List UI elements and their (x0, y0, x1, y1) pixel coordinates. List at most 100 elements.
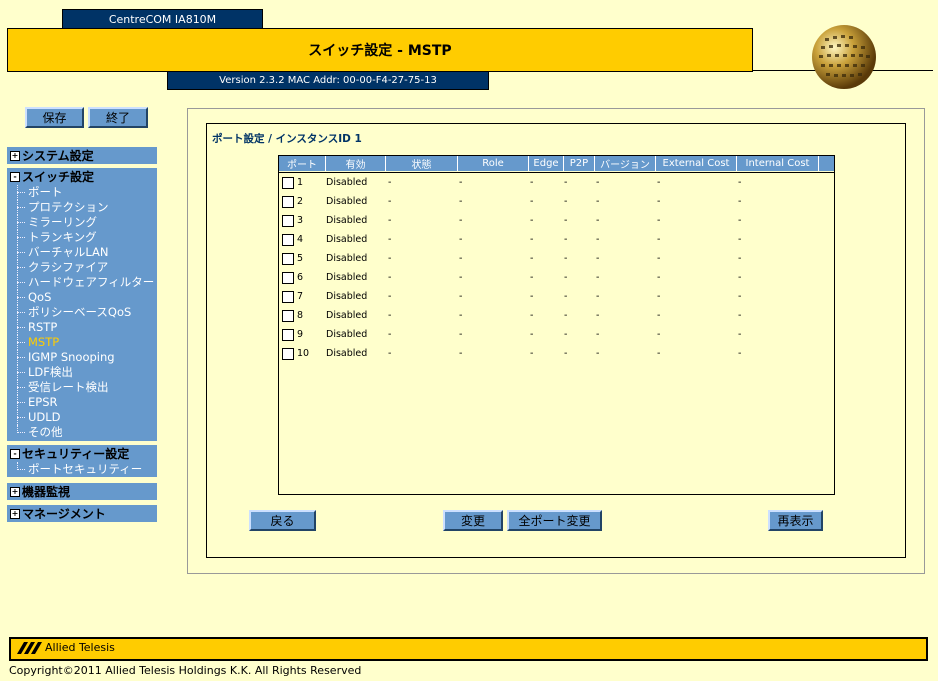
change-all-ports-button[interactable]: 全ポート変更 (507, 510, 602, 531)
refresh-button[interactable]: 再表示 (768, 510, 823, 531)
port-checkbox[interactable] (282, 272, 294, 284)
sidebar-item[interactable]: その他 (7, 425, 157, 440)
port-checkbox[interactable] (282, 348, 294, 360)
sidebar-item[interactable]: UDLD (7, 410, 157, 425)
cell-version: - (596, 329, 600, 340)
cell-p2p: - (564, 310, 568, 321)
column-header: 有効 (326, 156, 386, 171)
cell-state: - (388, 215, 392, 226)
sidebar-item[interactable]: IGMP Snooping (7, 350, 157, 365)
column-header: Role (458, 156, 529, 171)
port-checkbox[interactable] (282, 310, 294, 322)
port-number: 8 (297, 310, 304, 321)
cell-ext: - (657, 310, 661, 321)
cell-ext: - (657, 291, 661, 302)
cell-version: - (596, 234, 600, 245)
save-button[interactable]: 保存 (25, 107, 84, 128)
cell-enabled: Disabled (326, 253, 368, 264)
sidebar-item[interactable]: クラシファイア (7, 260, 157, 275)
sidebar-item[interactable]: ミラーリング (7, 215, 157, 230)
device-name-tab: CentreCOM IA810M (62, 9, 263, 29)
cell-int: - (738, 329, 742, 340)
port-number: 4 (297, 234, 304, 245)
port-checkbox[interactable] (282, 215, 294, 227)
cell-int: - (738, 272, 742, 283)
cell-role: - (459, 272, 463, 283)
sidebar-item[interactable]: ポート (7, 185, 157, 200)
cell-version: - (596, 177, 600, 188)
sidebar-item[interactable]: 受信レート検出 (7, 380, 157, 395)
column-header: 状態 (386, 156, 458, 171)
port-checkbox[interactable] (282, 196, 294, 208)
sidebar-device-monitoring[interactable]: + 機器監視 (7, 483, 157, 500)
change-button[interactable]: 変更 (443, 510, 503, 531)
expand-icon: + (10, 508, 20, 519)
cell-p2p: - (564, 272, 568, 283)
column-header: ポート (279, 156, 326, 171)
sidebar-switch-settings[interactable]: - スイッチ設定 (7, 168, 157, 185)
sidebar-management[interactable]: + マネージメント (7, 505, 157, 522)
cell-p2p: - (564, 177, 568, 188)
globe-logo-icon (812, 25, 876, 89)
port-checkbox[interactable] (282, 291, 294, 303)
cell-role: - (459, 348, 463, 359)
port-checkbox[interactable] (282, 329, 294, 341)
back-button[interactable]: 戻る (249, 510, 316, 531)
cell-enabled: Disabled (326, 272, 368, 283)
switch-settings-tree: ポート プロテクション ミラーリング トランキング バーチャルLAN クラシファイア ハード… (7, 185, 157, 440)
cell-role: - (459, 177, 463, 188)
table-row: 7 Disabled - - - - - - - (279, 287, 834, 306)
port-checkbox[interactable] (282, 177, 294, 189)
sidebar-item[interactable]: LDF検出 (7, 365, 157, 380)
sidebar-item[interactable]: RSTP (7, 320, 157, 335)
version-info: Version 2.3.2 MAC Addr: 00-00-F4-27-75-1… (167, 71, 489, 90)
table-header: ポート 有効 状態 Role Edge P2P バージョン External Cost Inte… (279, 156, 834, 171)
cell-edge: - (530, 310, 534, 321)
port-number: 3 (297, 215, 304, 226)
cell-edge: - (530, 234, 534, 245)
sidebar-label: システム設定 (22, 149, 94, 163)
sidebar-item[interactable]: EPSR (7, 395, 157, 410)
cell-role: - (459, 253, 463, 264)
table-row: 8 Disabled - - - - - - - (279, 306, 834, 325)
cell-int: - (738, 196, 742, 207)
section-title: ポート設定 / インスタンスID 1 (212, 133, 362, 145)
sidebar-item[interactable]: QoS (7, 290, 157, 305)
port-checkbox[interactable] (282, 253, 294, 265)
sidebar-security-group: - セキュリティー設定 ポートセキュリティー (7, 445, 157, 477)
cell-int: - (738, 234, 742, 245)
cell-ext: - (657, 234, 661, 245)
sidebar-item[interactable]: バーチャルLAN (7, 245, 157, 260)
cell-edge: - (530, 348, 534, 359)
sidebar-label: 機器監視 (22, 485, 71, 499)
port-number: 6 (297, 272, 304, 283)
copyright-text: Copyright©2011 Allied Telesis Holdings K… (9, 664, 362, 677)
port-number: 7 (297, 291, 304, 302)
cell-role: - (459, 291, 463, 302)
sidebar-system-settings[interactable]: + システム設定 (7, 147, 157, 164)
brand-name: Allied Telesis (45, 641, 115, 654)
cell-version: - (596, 215, 600, 226)
port-number: 1 (297, 177, 304, 188)
cell-enabled: Disabled (326, 234, 368, 245)
sidebar-item-port-security[interactable]: ポートセキュリティー (7, 462, 157, 477)
cell-state: - (388, 272, 392, 283)
sidebar-item[interactable]: ポリシーベースQoS (7, 305, 157, 320)
cell-role: - (459, 310, 463, 321)
cell-int: - (738, 215, 742, 226)
port-checkbox[interactable] (282, 234, 294, 246)
cell-p2p: - (564, 329, 568, 340)
table-row: 4 Disabled - - - - - - - (279, 230, 834, 249)
cell-enabled: Disabled (326, 348, 368, 359)
sidebar-security-settings[interactable]: - セキュリティー設定 (7, 445, 157, 462)
sidebar-item[interactable]: トランキング (7, 230, 157, 245)
table-row: 9 Disabled - - - - - - - (279, 325, 834, 344)
table-row: 3 Disabled - - - - - - - (279, 211, 834, 230)
sidebar-item[interactable]: プロテクション (7, 200, 157, 215)
table-row: 10 Disabled - - - - - - - (279, 344, 834, 363)
exit-button[interactable]: 終了 (88, 107, 148, 128)
cell-enabled: Disabled (326, 196, 368, 207)
sidebar-item[interactable]: MSTP (7, 335, 157, 350)
sidebar-item[interactable]: ハードウェアフィルター (7, 275, 157, 290)
column-header: バージョン (595, 156, 656, 171)
